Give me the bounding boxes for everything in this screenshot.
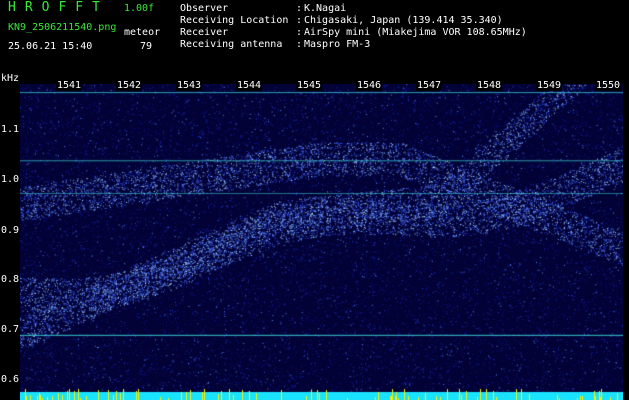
y-tick-1-0: 1.0 [1,174,20,185]
observation-info: Observer: K.Nagai Receiving Location: Chig… [180,3,527,51]
file-name: KN9_2506211540.png [8,22,117,33]
observation-datetime: 25.06.21 15:40 [8,41,93,52]
y-tick-0-6: 0.6 [1,374,20,385]
hrofft-window: HROFFT 1.00f KN9_2506211540.png meteor 2… [0,0,629,400]
y-tick-0-7: 0.7 [1,324,20,335]
x-tick-1542: 1542 [116,80,143,91]
spectrogram-canvas [20,84,623,400]
meteor-label: meteor [124,27,161,38]
info-row-location: Receiving Location: Chigasaki, Japan (139… [180,15,503,26]
y-tick-0-8: 0.8 [1,274,20,285]
app-logo: HROFFT [8,0,109,15]
info-row-antenna: Receiving antenna: Maspro FM-3 [180,39,371,50]
x-tick-1549: 1549 [536,80,563,91]
info-row-receiver: Receiver: AirSpy mini (Miakejima VOR 108.… [180,27,527,38]
x-tick-1547: 1547 [416,80,443,91]
info-row-observer: Observer: K.Nagai [180,3,347,14]
x-tick-1550: 1550 [595,80,622,91]
x-tick-1546: 1546 [356,80,383,91]
y-tick-0-9: 0.9 [1,225,20,236]
y-axis-labels: 1.1 1.0 0.9 0.8 0.7 0.6 [0,0,20,400]
x-tick-1541: 1541 [56,80,83,91]
x-tick-1544: 1544 [236,80,263,91]
x-tick-1543: 1543 [176,80,203,91]
y-tick-1-1: 1.1 [1,124,20,135]
spectrogram-plot [20,84,623,400]
version-label: 1.00f [124,3,155,14]
x-tick-1545: 1545 [296,80,323,91]
meteor-count: 79 [140,41,153,52]
x-tick-1548: 1548 [476,80,503,91]
